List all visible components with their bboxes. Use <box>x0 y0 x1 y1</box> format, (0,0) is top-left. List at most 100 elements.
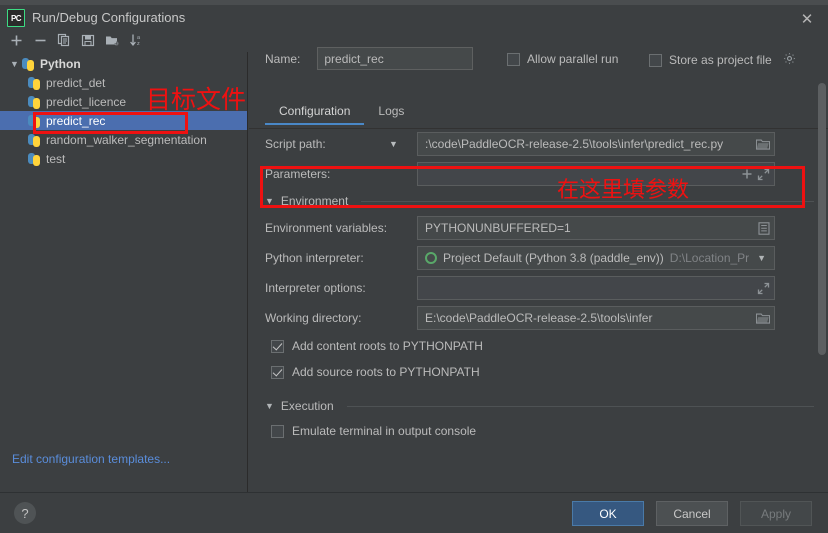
environment-variables-value: PYTHONUNBUFFERED=1 <box>425 221 571 235</box>
environment-variables-label: Environment variables: <box>265 221 388 235</box>
checkbox-box[interactable] <box>271 339 284 353</box>
python-env-icon <box>425 252 437 264</box>
parameters-input[interactable] <box>417 162 775 186</box>
tree-node-label: Python <box>40 56 81 71</box>
configuration-form: Script path: ▼ :\code\PaddleOCR-release-… <box>249 129 828 444</box>
chevron-down-icon[interactable]: ▼ <box>8 59 21 69</box>
run-debug-configurations-dialog: PC Run/Debug Configurations ✕ a z ▼ Pyth… <box>0 0 828 533</box>
configurations-sidebar: ▼ Python predict_det predict_licence pre… <box>0 52 248 492</box>
tab-configuration[interactable]: Configuration <box>265 100 365 125</box>
apply-button[interactable]: Apply <box>740 501 812 526</box>
name-input[interactable]: predict_rec <box>317 47 474 70</box>
add-source-roots-label: Add source roots to PYTHONPATH <box>292 365 480 379</box>
expand-editor-icon[interactable] <box>757 282 770 295</box>
insert-macro-plus-icon[interactable] <box>741 168 753 180</box>
add-configuration-button[interactable] <box>4 29 28 51</box>
name-row: Name: predict_rec <box>265 47 474 70</box>
script-path-row: Script path: ▼ :\code\PaddleOCR-release-… <box>249 129 828 159</box>
new-folder-button[interactable] <box>100 29 124 51</box>
sort-configurations-button[interactable]: a z <box>124 29 148 51</box>
browse-folder-icon[interactable] <box>756 312 770 324</box>
tree-node-label: test <box>46 151 66 166</box>
tree-node-predict-licence[interactable]: predict_licence <box>0 92 247 111</box>
chevron-down-icon[interactable]: ▼ <box>265 196 274 206</box>
interpreter-options-label: Interpreter options: <box>265 281 366 295</box>
pycharm-icon: PC <box>7 9 25 27</box>
tree-node-test[interactable]: test <box>0 149 247 168</box>
emulate-terminal-label: Emulate terminal in output console <box>292 424 477 438</box>
parameters-row: Parameters: <box>249 159 828 189</box>
gear-icon[interactable] <box>783 52 796 68</box>
execution-section-header[interactable]: ▼ Execution <box>249 394 828 418</box>
svg-text:z: z <box>137 41 140 47</box>
script-path-dropdown-arrow-icon[interactable]: ▼ <box>389 139 398 149</box>
python-icon <box>21 57 37 71</box>
tree-node-predict-rec[interactable]: predict_rec <box>0 111 247 130</box>
python-icon <box>27 76 43 90</box>
python-icon <box>27 95 43 109</box>
python-interpreter-value: Project Default (Python 3.8 (paddle_env)… <box>443 251 664 265</box>
working-directory-label: Working directory: <box>265 311 362 325</box>
close-icon[interactable]: ✕ <box>796 8 818 30</box>
save-configuration-button[interactable] <box>76 29 100 51</box>
tree-node-label: predict_rec <box>46 113 106 128</box>
tree-node-label: predict_det <box>46 75 106 90</box>
dialog-title: Run/Debug Configurations <box>32 10 186 25</box>
expand-editor-icon[interactable] <box>757 168 770 181</box>
scrollbar-thumb[interactable] <box>818 83 826 355</box>
execution-section-title: Execution <box>280 399 334 413</box>
chevron-down-icon[interactable]: ▼ <box>265 401 274 411</box>
chevron-down-icon[interactable]: ▼ <box>757 253 766 263</box>
python-interpreter-row: Python interpreter: Project Default (Pyt… <box>249 243 828 273</box>
checkbox-box[interactable] <box>649 53 662 67</box>
python-interpreter-label: Python interpreter: <box>265 251 364 265</box>
environment-variables-input[interactable]: PYTHONUNBUFFERED=1 <box>417 216 775 240</box>
add-source-roots-checkbox[interactable]: Add source roots to PYTHONPATH <box>249 359 828 385</box>
working-directory-input[interactable]: E:\code\PaddleOCR-release-2.5\tools\infe… <box>417 306 775 330</box>
python-interpreter-path-hint: D:\Location_Pr <box>669 251 750 265</box>
tree-node-random-walker-segmentation[interactable]: random_walker_segmentation <box>0 130 247 149</box>
remove-configuration-button[interactable] <box>28 29 52 51</box>
edit-env-vars-icon[interactable] <box>758 221 770 235</box>
allow-parallel-run-label: Allow parallel run <box>527 52 619 66</box>
python-icon <box>27 114 43 128</box>
configurations-toolbar: a z <box>0 28 248 52</box>
edit-configuration-templates-link[interactable]: Edit configuration templates... <box>12 452 170 466</box>
checkbox-box[interactable] <box>271 365 284 379</box>
environment-variables-row: Environment variables: PYTHONUNBUFFERED=… <box>249 213 828 243</box>
working-directory-row: Working directory: E:\code\PaddleOCR-rel… <box>249 303 828 333</box>
checkbox-box[interactable] <box>271 424 284 438</box>
interpreter-options-row: Interpreter options: <box>249 273 828 303</box>
tab-logs[interactable]: Logs <box>364 100 418 125</box>
editor-scrollbar[interactable] <box>818 83 826 488</box>
section-divider <box>361 200 814 202</box>
checkbox-box[interactable] <box>507 52 520 66</box>
environment-section-header[interactable]: ▼ Environment <box>249 189 828 213</box>
interpreter-options-input[interactable] <box>417 276 775 300</box>
browse-folder-icon[interactable] <box>756 138 770 150</box>
add-content-roots-checkbox[interactable]: Add content roots to PYTHONPATH <box>249 333 828 359</box>
name-label: Name: <box>265 51 301 66</box>
help-button[interactable]: ? <box>14 502 36 524</box>
tree-node-predict-det[interactable]: predict_det <box>0 73 247 92</box>
dialog-footer: ? OK Cancel Apply <box>0 492 828 533</box>
store-as-project-file-label: Store as project file <box>669 53 772 67</box>
cancel-button[interactable]: Cancel <box>656 501 728 526</box>
working-directory-value: E:\code\PaddleOCR-release-2.5\tools\infe… <box>425 311 653 325</box>
tree-node-python[interactable]: ▼ Python <box>0 54 247 73</box>
add-content-roots-label: Add content roots to PYTHONPATH <box>292 339 483 353</box>
configuration-editor-panel: Name: predict_rec Allow parallel run Sto… <box>249 33 828 492</box>
parameters-label: Parameters: <box>265 167 331 181</box>
python-icon <box>27 133 43 147</box>
editor-tabs: Configuration Logs <box>265 100 418 125</box>
emulate-terminal-checkbox[interactable]: Emulate terminal in output console <box>249 418 828 444</box>
allow-parallel-run-checkbox[interactable]: Allow parallel run <box>507 52 618 66</box>
environment-section-title: Environment <box>280 194 349 208</box>
tree-node-label: predict_licence <box>46 94 127 109</box>
copy-configuration-button[interactable] <box>52 29 76 51</box>
python-icon <box>27 152 43 166</box>
python-interpreter-select[interactable]: Project Default (Python 3.8 (paddle_env)… <box>417 246 775 270</box>
script-path-input[interactable]: :\code\PaddleOCR-release-2.5\tools\infer… <box>417 132 775 156</box>
store-as-project-file-checkbox[interactable]: Store as project file <box>649 52 796 68</box>
ok-button[interactable]: OK <box>572 501 644 526</box>
